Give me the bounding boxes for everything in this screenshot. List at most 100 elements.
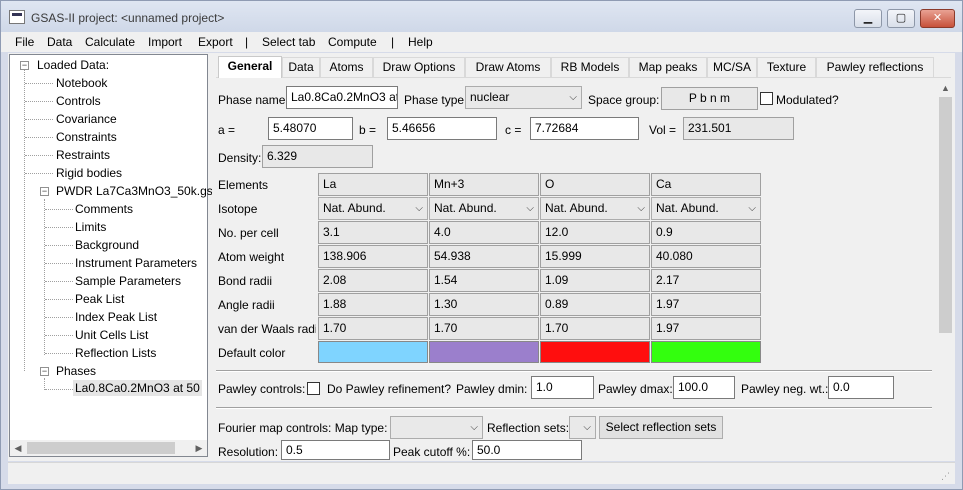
pawley-negwt-input[interactable]: 0.0 [828,376,894,399]
title-bar[interactable]: GSAS-II project: <unnamed project> ▁ ▢ ✕ [1,1,962,32]
pawley-dmin-input[interactable]: 1.0 [531,376,594,399]
menu-file[interactable]: File [15,35,34,49]
tree-item-unit-cells-list[interactable]: Unit Cells List [75,328,148,342]
divider [216,370,932,372]
peak-cutoff-label: Peak cutoff %: [393,445,471,459]
phase-type-select[interactable]: nuclear ⌵ [465,86,582,109]
isotope-select[interactable]: Nat. Abund. ⌵ [318,197,428,220]
map-type-select[interactable]: ⌵ [390,416,483,439]
isotope-select[interactable]: Nat. Abund. ⌵ [429,197,539,220]
cell-a-label: a = [218,123,236,137]
cell-c-input[interactable]: 7.72684 [530,117,639,140]
tree-item-rigid-bodies[interactable]: Rigid bodies [56,166,122,180]
close-button[interactable]: ✕ [920,9,955,28]
tab-atoms[interactable]: Atoms [320,57,373,77]
tree-item-background[interactable]: Background [75,238,139,252]
color-swatch-o[interactable] [540,341,650,363]
isotope-value: Nat. Abund. [323,201,386,215]
tab-draw-atoms[interactable]: Draw Atoms [465,57,551,77]
vdw-radius-cell: 1.97 [651,317,761,340]
tree-item-limits[interactable]: Limits [75,220,106,234]
tree-item-loaded-data[interactable]: Loaded Data: [37,58,109,72]
angle-radius-cell: 1.88 [318,293,428,316]
tab-map-peaks[interactable]: Map peaks [629,57,707,77]
tree-item-comments[interactable]: Comments [75,202,133,216]
collapse-icon[interactable]: − [40,187,49,196]
tab-pawley-reflections[interactable]: Pawley reflections [816,57,934,77]
bond-radius-cell: 1.54 [429,269,539,292]
data-tree[interactable]: − Loaded Data: Notebook Controls Covaria… [9,54,219,457]
tab-rb-models[interactable]: RB Models [551,57,629,77]
pawley-dmin-label: Pawley dmin: [456,382,528,396]
pawley-controls-label: Pawley controls: [218,382,306,396]
resolution-input[interactable]: 0.5 [281,440,390,460]
tab-texture[interactable]: Texture [757,57,816,77]
count-cell: 12.0 [540,221,650,244]
peak-cutoff-input[interactable]: 50.0 [472,440,582,460]
select-reflection-sets-button[interactable]: Select reflection sets [599,416,723,439]
collapse-icon[interactable]: − [20,61,29,70]
collapse-icon[interactable]: − [40,367,49,376]
pawley-refine-checkbox[interactable] [307,382,320,395]
tree-item-instrument-parameters[interactable]: Instrument Parameters [75,256,197,270]
tree-item-covariance[interactable]: Covariance [56,112,117,126]
tab-general[interactable]: General [218,56,282,78]
tab-bar: General Data Atoms Draw Options Draw Ato… [216,56,951,78]
color-swatch-ca[interactable] [651,341,761,363]
scroll-right-icon[interactable]: ▶ [191,440,207,456]
menu-compute[interactable]: Compute [328,35,377,49]
maximize-button[interactable]: ▢ [887,9,915,28]
tree-item-peak-list[interactable]: Peak List [75,292,124,306]
menu-export[interactable]: Export [198,35,233,49]
menu-help[interactable]: Help [408,35,433,49]
scrollbar-thumb[interactable] [27,442,175,454]
tab-mc-sa[interactable]: MC/SA [707,57,757,77]
tree-item-pwdr[interactable]: PWDR La7Ca3MnO3_50k.gsa [56,184,219,198]
tree-line [44,199,45,355]
chevron-down-icon: ⌵ [526,203,534,214]
cell-a-input[interactable]: 5.48070 [268,117,353,140]
density-label: Density: [218,151,262,165]
chevron-down-icon: ⌵ [569,92,577,103]
menu-import[interactable]: Import [148,35,182,49]
scroll-left-icon[interactable]: ◀ [10,440,26,456]
count-row-label: No. per cell [218,226,279,240]
isotope-select[interactable]: Nat. Abund. ⌵ [651,197,761,220]
isotope-row-label: Isotope [218,202,258,216]
space-group-label: Space group: [588,93,660,107]
page-vertical-scrollbar[interactable]: ▲ [937,80,954,457]
weight-cell: 54.938 [429,245,539,268]
modulated-checkbox[interactable] [760,92,773,105]
phase-name-input[interactable]: La0.8Ca0.2MnO3 at [286,86,398,109]
tab-data[interactable]: Data [282,57,320,77]
tab-draw-options[interactable]: Draw Options [373,57,465,77]
isotope-value: Nat. Abund. [656,201,719,215]
menu-calculate[interactable]: Calculate [85,35,135,49]
menu-select-tab[interactable]: Select tab [262,35,315,49]
minimize-button[interactable]: ▁ [854,9,882,28]
tree-line [24,69,25,371]
tree-item-phases[interactable]: Phases [56,364,96,378]
tree-item-notebook[interactable]: Notebook [56,76,107,90]
menu-data[interactable]: Data [47,35,72,49]
tree-item-phase-selected[interactable]: La0.8Ca0.2MnO3 at 50 [73,380,202,396]
tree-item-constraints[interactable]: Constraints [56,130,117,144]
tree-item-restraints[interactable]: Restraints [56,148,110,162]
scrollbar-thumb[interactable] [939,97,952,333]
menu-separator: | [245,35,249,49]
tree-item-sample-parameters[interactable]: Sample Parameters [75,274,181,288]
isotope-select[interactable]: Nat. Abund. ⌵ [540,197,650,220]
color-swatch-mn[interactable] [429,341,539,363]
resize-grip-icon[interactable]: ⋰ [941,470,953,482]
cell-b-input[interactable]: 5.46656 [387,117,497,140]
tree-item-index-peak-list[interactable]: Index Peak List [75,310,157,324]
scroll-up-icon[interactable]: ▲ [937,80,954,97]
tree-horizontal-scrollbar[interactable]: ◀ ▶ [10,440,207,456]
reflection-sets-select[interactable]: ⌵ [569,416,596,439]
color-swatch-la[interactable] [318,341,428,363]
tree-item-reflection-lists[interactable]: Reflection Lists [75,346,156,360]
pawley-dmax-input[interactable]: 100.0 [673,376,735,399]
reflection-sets-label: Reflection sets: [487,421,570,435]
tree-item-controls[interactable]: Controls [56,94,101,108]
isotope-value: Nat. Abund. [434,201,497,215]
